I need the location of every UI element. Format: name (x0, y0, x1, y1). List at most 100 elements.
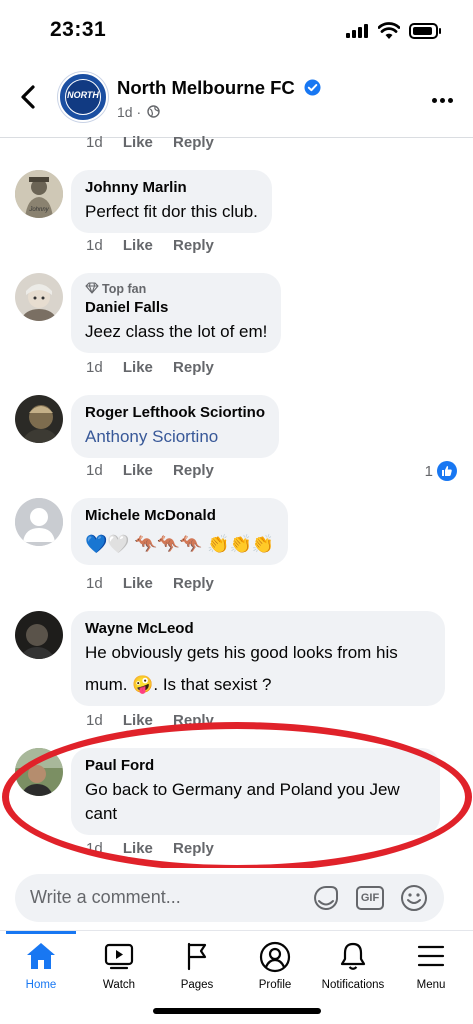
comment-actions: 1d Like Reply (86, 237, 214, 254)
commenter-avatar[interactable] (15, 395, 63, 443)
status-time: 23:31 (50, 18, 107, 41)
post-meta: 1d · (117, 104, 160, 120)
page-name-label: North Melbourne FC (117, 77, 295, 98)
like-button[interactable]: Like (123, 237, 153, 254)
avatar-photo (15, 395, 63, 443)
commenter-name[interactable]: Wayne McLeod (85, 619, 431, 639)
commenter-avatar[interactable] (15, 498, 63, 546)
flag-icon (187, 942, 207, 971)
tab-profile[interactable]: Profile (236, 931, 314, 1001)
default-profile-icon (15, 498, 63, 546)
comment-bubble[interactable]: Top fan Daniel Falls Jeez class the lot … (71, 273, 282, 353)
comment-text-line-1: Go back to Germany and Poland you Jew (85, 780, 400, 799)
tab-home[interactable]: Home (2, 931, 80, 1001)
gif-button[interactable]: GIF (356, 886, 384, 910)
commenter-name[interactable]: Johnny Marlin (85, 178, 258, 198)
comment-bubble[interactable]: Wayne McLeod He obviously gets his good … (71, 611, 445, 706)
signal-icon (346, 24, 370, 38)
comment-time: 1d (86, 134, 103, 151)
comment-bubble[interactable]: Johnny Marlin Perfect fit dor this club. (71, 170, 272, 233)
avatar-photo (15, 611, 63, 659)
comment-time: 1d (86, 840, 103, 857)
verified-badge-icon (304, 79, 321, 96)
tab-label: Watch (102, 979, 136, 991)
commenter-name[interactable]: Paul Ford (85, 756, 426, 776)
commenter-name[interactable]: Daniel Falls (85, 298, 267, 318)
commenter-avatar[interactable] (15, 748, 63, 796)
like-button[interactable]: Like (123, 712, 153, 729)
like-button[interactable]: Like (123, 134, 153, 151)
tab-menu[interactable]: Menu (392, 931, 470, 1001)
post-header: NORTH North Melbourne FC 1d · (0, 62, 473, 138)
commenter-name[interactable]: Michele McDonald (85, 506, 274, 526)
reaction-count: 1 (424, 462, 433, 480)
comment-text-line-2: mum. 🤪. Is that sexist ? (85, 675, 272, 694)
page-avatar-logo-text: NORTH (67, 90, 99, 100)
emoji-icon[interactable] (400, 884, 428, 912)
avatar-sticker-icon[interactable] (311, 884, 341, 914)
comment-input[interactable]: Write a comment... GIF (15, 874, 444, 922)
tab-label: Pages (180, 979, 214, 991)
tab-label: Home (25, 979, 57, 991)
reply-button[interactable]: Reply (173, 359, 214, 376)
like-button[interactable]: Like (123, 840, 153, 857)
comment-bubble[interactable]: Paul Ford Go back to Germany and Poland … (71, 748, 440, 835)
comment-time: 1d (86, 575, 103, 592)
mentioned-user-link[interactable]: Anthony Sciortino (85, 425, 265, 449)
battery-icon (409, 23, 441, 39)
back-arrow-icon[interactable] (16, 82, 40, 112)
top-fan-badge: Top fan (85, 281, 267, 297)
comment-time: 1d (86, 237, 103, 254)
reply-button[interactable]: Reply (173, 237, 214, 254)
like-button[interactable]: Like (123, 462, 153, 479)
commenter-name[interactable]: Roger Lefthook Sciortino (85, 403, 265, 423)
avatar-caption: Johnny (29, 207, 49, 213)
comment-bubble[interactable]: Roger Lefthook Sciortino Anthony Sciorti… (71, 395, 279, 458)
tab-watch[interactable]: Watch (80, 931, 158, 1001)
globe-icon (147, 105, 160, 118)
tab-pages[interactable]: Pages (158, 931, 236, 1001)
reply-button[interactable]: Reply (173, 462, 214, 479)
commenter-avatar[interactable]: Johnny (15, 170, 63, 218)
reaction-summary[interactable]: 1 (425, 461, 457, 481)
comment-actions: 1d Like Reply (86, 840, 214, 857)
comment-actions: 1d Like Reply (86, 575, 214, 592)
comment-time: 1d (86, 462, 103, 479)
comment-bubble[interactable]: Michele McDonald 💙🤍 🦘🦘🦘 👏👏👏 (71, 498, 289, 565)
like-button[interactable]: Like (123, 359, 153, 376)
menu-icon (417, 945, 445, 967)
thumbs-up-icon (437, 461, 457, 481)
comment-text: Jeez class the lot of em! (85, 322, 268, 341)
top-fan-label: Top fan (102, 282, 147, 296)
commenter-avatar[interactable] (15, 611, 63, 659)
profile-icon (259, 941, 291, 973)
page-name[interactable]: North Melbourne FC (117, 77, 321, 99)
tab-label: Notifications (321, 979, 385, 991)
comment-text: 💙🤍 🦘🦘🦘 👏👏👏 (85, 534, 275, 554)
page-avatar[interactable]: NORTH (58, 72, 108, 122)
tab-notifications[interactable]: Notifications (314, 931, 392, 1001)
comment-actions: 1d Like Reply (86, 712, 214, 729)
reply-button[interactable]: Reply (173, 134, 214, 151)
comment-actions: 1d Like Reply (86, 359, 214, 376)
comment-actions: 1d Like Reply (86, 134, 214, 151)
like-button[interactable]: Like (123, 575, 153, 592)
home-indicator (153, 1008, 321, 1014)
avatar-photo (15, 273, 63, 321)
comment-text-line-1: He obviously gets his good looks from hi… (85, 643, 398, 662)
more-options-icon[interactable] (429, 90, 453, 108)
tab-label: Profile (258, 979, 292, 991)
comment-time: 1d (86, 712, 103, 729)
reply-button[interactable]: Reply (173, 840, 214, 857)
watch-icon (104, 943, 134, 970)
comment-time: 1d (86, 359, 103, 376)
commenter-avatar[interactable] (15, 273, 63, 321)
diamond-icon (85, 282, 99, 294)
reply-button[interactable]: Reply (173, 575, 214, 592)
comment-text: Perfect fit dor this club. (85, 202, 258, 221)
home-icon (27, 943, 55, 969)
reply-button[interactable]: Reply (173, 712, 214, 729)
avatar-photo (15, 748, 63, 796)
bell-icon (340, 942, 366, 970)
comment-input-placeholder: Write a comment... (30, 887, 181, 907)
